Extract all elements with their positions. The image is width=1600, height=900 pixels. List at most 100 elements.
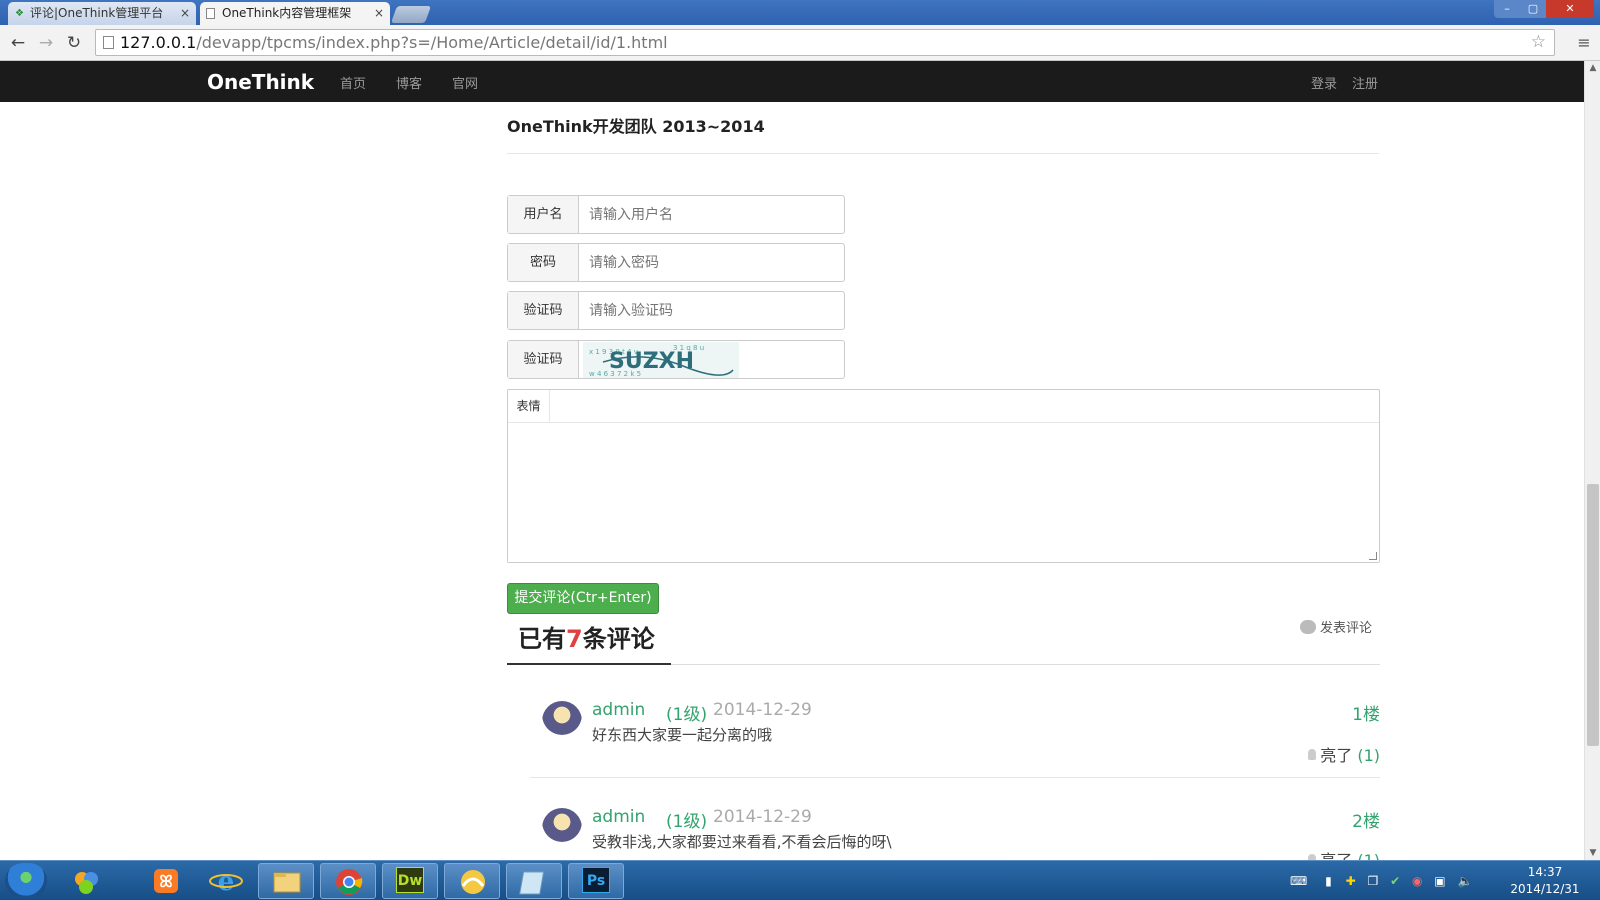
comment-count: 7: [566, 625, 583, 653]
tab-close-icon[interactable]: ×: [374, 2, 384, 25]
svg-text:ꕤ: ꕤ: [159, 872, 172, 891]
tab-admin[interactable]: ❖ 评论|OneThink管理平台 ×: [8, 2, 196, 25]
comments-heading: 已有7条评论: [518, 619, 655, 654]
browser-tab-strip: ❖ 评论|OneThink管理平台 × OneThink内容管理框架 × – ▢…: [0, 0, 1600, 25]
avatar[interactable]: [542, 808, 582, 848]
emoji-button[interactable]: 表情: [508, 390, 550, 423]
clock-date: 2014/12/31: [1510, 882, 1580, 896]
comment-divider: [530, 777, 1380, 778]
post-comment-link[interactable]: 发表评论: [1300, 617, 1372, 636]
comment-user[interactable]: admin: [592, 807, 645, 827]
divider: [507, 153, 1379, 154]
dreamweaver-icon[interactable]: Dw: [382, 863, 438, 899]
heading-prefix: 已有: [518, 625, 566, 653]
maximize-button[interactable]: ▢: [1520, 0, 1546, 18]
minimize-button[interactable]: –: [1494, 0, 1520, 18]
taskbar-clock[interactable]: 14:37 2014/12/31: [1500, 864, 1590, 898]
system-tray: ⌨ ▮ ✚ ❐ ✔ ◉ ▣ 🔈: [1290, 869, 1490, 893]
network-icon[interactable]: ▣: [1434, 874, 1445, 888]
comment-floor: 1楼: [1352, 705, 1380, 725]
password-input[interactable]: [580, 244, 844, 281]
comment-textarea[interactable]: [508, 424, 1379, 562]
comment-level: (1级): [666, 812, 708, 832]
chrome-icon[interactable]: [320, 863, 376, 899]
dreamweaver-label: Dw: [396, 867, 424, 893]
comment-level: (1级): [666, 705, 708, 725]
network-share-icon[interactable]: ❐: [1367, 874, 1378, 888]
verify-label: 验证码: [508, 292, 579, 329]
page-icon: [103, 36, 114, 49]
captcha-image[interactable]: x 1 9 3 0 t 4 v 3 1 q 8 u w 4 6 3 7 2 k …: [583, 342, 739, 378]
verify-input[interactable]: [580, 292, 844, 329]
site-brand[interactable]: OneThink: [207, 70, 314, 94]
captcha-text: SUZXH: [609, 349, 694, 374]
nav-home[interactable]: 首页: [340, 73, 366, 92]
scroll-up-icon[interactable]: ▲: [1585, 61, 1600, 75]
like-button[interactable]: 亮了 (1): [1308, 742, 1380, 766]
scroll-down-icon[interactable]: ▼: [1585, 846, 1600, 860]
captcha-graphic: x 1 9 3 0 t 4 v 3 1 q 8 u w 4 6 3 7 2 k …: [583, 342, 739, 378]
ie-icon[interactable]: e: [198, 863, 254, 899]
bookmark-star-icon[interactable]: ☆: [1531, 30, 1546, 55]
article-footer-title: OneThink开发团队 2013~2014: [507, 117, 765, 136]
address-bar[interactable]: 127.0.0.1/devapp/tpcms/index.php?s=/Home…: [95, 29, 1555, 56]
start-orb-icon[interactable]: [5, 863, 47, 899]
nav-register[interactable]: 注册: [1352, 73, 1378, 92]
password-label: 密码: [508, 244, 579, 281]
nav-blog[interactable]: 博客: [396, 73, 422, 92]
password-group: 密码: [507, 243, 845, 282]
heading-suffix: 条评论: [582, 625, 655, 653]
comment-bubble-icon: [1300, 620, 1316, 634]
svg-text:e: e: [218, 867, 235, 897]
windows-taskbar: ꕤ e Dw Ps ⌨ ▮ ✚ ❐ ✔ ◉ ▣ 🔈 14:37 2014/12/…: [0, 860, 1600, 900]
shield-check-icon[interactable]: ✔: [1390, 874, 1400, 888]
plus-circle-icon[interactable]: ✚: [1346, 874, 1356, 888]
photoshop-label: Ps: [582, 867, 610, 893]
browser-menu-icon[interactable]: ≡: [1574, 33, 1594, 53]
nav-official[interactable]: 官网: [452, 73, 478, 92]
close-window-button[interactable]: ✕: [1546, 0, 1594, 18]
antivirus-icon[interactable]: ◉: [1412, 874, 1422, 888]
tab-label: 评论|OneThink管理平台: [30, 6, 164, 20]
site-navbar: OneThink 首页 博客 官网 登录 注册: [0, 61, 1584, 102]
media-center-icon[interactable]: [58, 863, 114, 899]
back-arrow-icon[interactable]: ←: [8, 33, 28, 53]
reload-icon[interactable]: ↻: [64, 33, 84, 53]
comment-date: 2014-12-29: [713, 807, 812, 827]
volume-icon[interactable]: 🔈: [1457, 874, 1472, 888]
avatar[interactable]: [542, 701, 582, 741]
keyboard-icon[interactable]: ⌨: [1290, 874, 1307, 888]
comment-user[interactable]: admin: [592, 700, 645, 720]
notepad-icon[interactable]: [506, 863, 562, 899]
explorer-icon[interactable]: [258, 863, 314, 899]
nav-login[interactable]: 登录: [1311, 73, 1337, 92]
comment-text: 受教非浅,大家都要过来看看,不看会后悔的呀\: [592, 833, 892, 851]
page-scrollbar[interactable]: ▲ ▼: [1584, 61, 1600, 860]
username-input[interactable]: [580, 196, 844, 233]
new-tab-button[interactable]: [390, 6, 432, 23]
resize-grip-icon[interactable]: [1369, 552, 1377, 560]
comment-date: 2014-12-29: [713, 700, 812, 720]
username-group: 用户名: [507, 195, 845, 234]
battery-icon[interactable]: ▮: [1325, 874, 1332, 888]
tab-label: OneThink内容管理框架: [222, 6, 352, 20]
tab-close-icon[interactable]: ×: [180, 2, 190, 25]
tab-onethink[interactable]: OneThink内容管理框架 ×: [200, 2, 390, 25]
lightbulb-icon: [1308, 749, 1317, 760]
post-comment-label: 发表评论: [1320, 621, 1373, 636]
submit-comment-button[interactable]: 提交评论(Ctr+Enter): [507, 583, 659, 614]
heading-underline: [507, 663, 671, 665]
app-icon[interactable]: [444, 863, 500, 899]
photoshop-icon[interactable]: Ps: [568, 863, 624, 899]
scroll-thumb[interactable]: [1587, 484, 1599, 746]
verify-group: 验证码: [507, 291, 845, 330]
xampp-icon[interactable]: ꕤ: [138, 863, 194, 899]
onethink-favicon-icon: ❖: [15, 8, 24, 19]
captcha-label: 验证码: [508, 341, 579, 378]
url-path: /devapp/tpcms/index.php?s=/Home/Article/…: [196, 33, 668, 52]
browser-toolbar: ← → ↻ 127.0.0.1/devapp/tpcms/index.php?s…: [0, 25, 1600, 61]
page-favicon-icon: [206, 8, 215, 19]
url-host: 127.0.0.1: [120, 33, 197, 52]
clock-time: 14:37: [1527, 865, 1563, 879]
forward-arrow-icon[interactable]: →: [36, 33, 56, 53]
